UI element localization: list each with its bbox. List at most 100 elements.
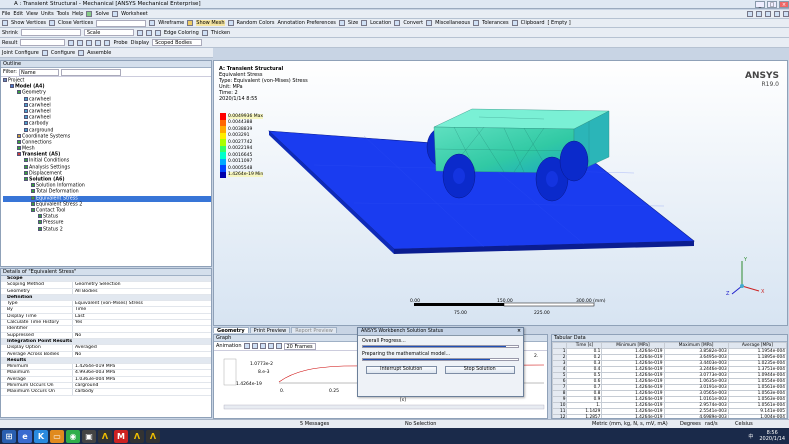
wireframe-button[interactable]: Wireframe (158, 20, 184, 26)
edge-icon[interactable] (136, 29, 143, 36)
show-vertices-button[interactable]: Show Vertices (11, 20, 46, 26)
result-label: Result (2, 39, 18, 46)
scale-select[interactable]: Scale (83, 29, 134, 36)
graphics-viewport[interactable]: A: Transient Structural Equivalent Stres… (213, 60, 788, 326)
tree-item-label: carbody (29, 121, 49, 127)
tolerances-button[interactable]: Tolerances (482, 20, 508, 26)
prev-frame-icon[interactable] (267, 343, 274, 349)
stop-solution-button[interactable]: Stop Solution (444, 366, 515, 374)
contour-icon[interactable] (68, 39, 75, 46)
thicken-button[interactable]: Thicken (211, 30, 230, 36)
media-icon[interactable]: ▣ (82, 429, 96, 443)
menu-edit[interactable]: Edit (13, 11, 23, 17)
display-select[interactable]: Scoped Bodies (152, 39, 203, 46)
filter-input[interactable] (60, 68, 121, 76)
details-value: No (75, 351, 82, 357)
tree-item-icon (17, 90, 21, 95)
units-status[interactable]: Metric (mm, kg, N, s, mV, mA) (592, 420, 668, 428)
edges-icon[interactable] (77, 39, 84, 46)
random-colors-button[interactable]: Random Colors (237, 20, 275, 26)
tree-item-label: Model (A4) (15, 84, 45, 90)
display-toolbar: Show Vertices Close Vertices Wireframe S… (0, 19, 789, 28)
pause-icon[interactable] (251, 343, 258, 349)
frames-select[interactable]: 20 Frames (283, 342, 316, 350)
details-row[interactable]: Maximum Occurs On carbody (1, 389, 211, 396)
messages-status[interactable]: 5 Messages (300, 420, 329, 428)
details-value: 4.9936e-003 MPa (75, 370, 116, 376)
stop-icon[interactable] (259, 343, 266, 349)
prep-progress-fill (363, 359, 491, 360)
location-button[interactable]: Location (370, 20, 391, 26)
solve-icon[interactable] (86, 11, 93, 17)
select-icon[interactable] (747, 11, 753, 17)
start-icon[interactable]: ⊞ (2, 429, 16, 443)
result-scale-select[interactable] (20, 39, 66, 46)
tree-item-icon (10, 84, 14, 89)
model-view[interactable]: Y X Z 0.00 150.00 300.00 (mm) 75.00 225.… (214, 61, 788, 326)
menu-units[interactable]: Units (41, 11, 54, 17)
ime-indicator[interactable]: 中 (748, 433, 753, 440)
size-button[interactable]: Size (348, 20, 358, 26)
maximize-button[interactable]: □ (767, 0, 777, 8)
folder-icon[interactable]: ▭ (50, 429, 64, 443)
browser-icon[interactable]: e (18, 429, 32, 443)
probe-button[interactable]: Probe (113, 40, 127, 46)
edge-icon-2[interactable] (145, 29, 152, 36)
outline-tree: Project Model (A4) Geometry carwheel carwhee… (1, 77, 211, 233)
next-frame-icon[interactable] (275, 343, 282, 349)
dialog-close-icon[interactable]: × (517, 328, 521, 336)
tree-item-icon (38, 220, 42, 225)
edge-icon-3[interactable] (154, 29, 161, 36)
thicken-icon (201, 29, 208, 36)
edge-coloring-button[interactable]: Edge Coloring (164, 30, 199, 36)
assemble-button[interactable]: Assemble (87, 50, 111, 56)
pan-icon[interactable] (765, 11, 771, 17)
tree-item[interactable]: Status 2 (3, 226, 211, 233)
menu-file[interactable]: File (2, 11, 10, 17)
solve-button[interactable]: Solve (95, 11, 109, 17)
k-app-icon[interactable]: K (34, 429, 48, 443)
tab-print-preview[interactable]: Print Preview (249, 327, 291, 334)
close-button[interactable]: × (779, 0, 789, 8)
rotate-icon[interactable] (774, 11, 780, 17)
shrink-slider[interactable] (20, 29, 81, 36)
menu-tools[interactable]: Tools (57, 11, 69, 17)
worksheet-button[interactable]: Worksheet (121, 11, 148, 17)
close-vertices-button[interactable]: Close Vertices (58, 20, 93, 26)
mesh-icon (187, 20, 194, 26)
graph-y-mid: 8.e-3 (258, 369, 270, 375)
max-icon[interactable] (95, 39, 102, 46)
play-icon[interactable] (243, 343, 250, 349)
wechat-icon[interactable]: ◉ (66, 429, 80, 443)
solution-status-dialog: ANSYS Workbench Solution Status × Overal… (357, 327, 524, 397)
configure-button[interactable]: Configure (51, 50, 75, 56)
worksheet-icon[interactable] (112, 11, 119, 17)
clock[interactable]: 8:56 2020/1/14 (759, 430, 785, 442)
convert-button[interactable]: Convert (403, 20, 423, 26)
fit-icon[interactable] (783, 11, 789, 17)
vertex-scale-select[interactable] (96, 19, 147, 27)
miscellaneous-button[interactable]: Miscellaneous (435, 20, 470, 26)
ansys-apdl-icon[interactable]: Λ (146, 429, 160, 443)
interrupt-solution-button[interactable]: Interrupt Solution (366, 366, 437, 374)
ansys-workbench-icon[interactable]: Λ (98, 429, 112, 443)
menu-help[interactable]: Help (72, 11, 83, 17)
vector-icon[interactable] (86, 39, 93, 46)
details-value: carbody (75, 389, 94, 395)
menu-view[interactable]: View (26, 11, 38, 17)
mail-icon[interactable]: M (114, 429, 128, 443)
details-key: Display Option (1, 345, 73, 351)
tree-item-icon (24, 102, 28, 107)
show-mesh-button[interactable]: Show Mesh (196, 20, 225, 26)
filter-select[interactable]: Name (18, 68, 59, 76)
ansys-mechanical-icon[interactable]: Λ (130, 429, 144, 443)
annotation-prefs-button[interactable]: Annotation Preferences (277, 20, 335, 26)
tab-report-preview[interactable]: Report Preview (291, 327, 337, 334)
graph-mini-legend (223, 358, 237, 386)
clipboard-button[interactable]: Clipboard (521, 20, 545, 26)
graph-scrollbar[interactable] (223, 404, 545, 410)
minimize-button[interactable]: _ (755, 0, 765, 8)
tab-geometry[interactable]: Geometry (213, 327, 249, 334)
zoom-icon[interactable] (756, 11, 762, 17)
outline-pane: Outline Filter: Name Project Model (A4) Ge… (0, 60, 212, 267)
